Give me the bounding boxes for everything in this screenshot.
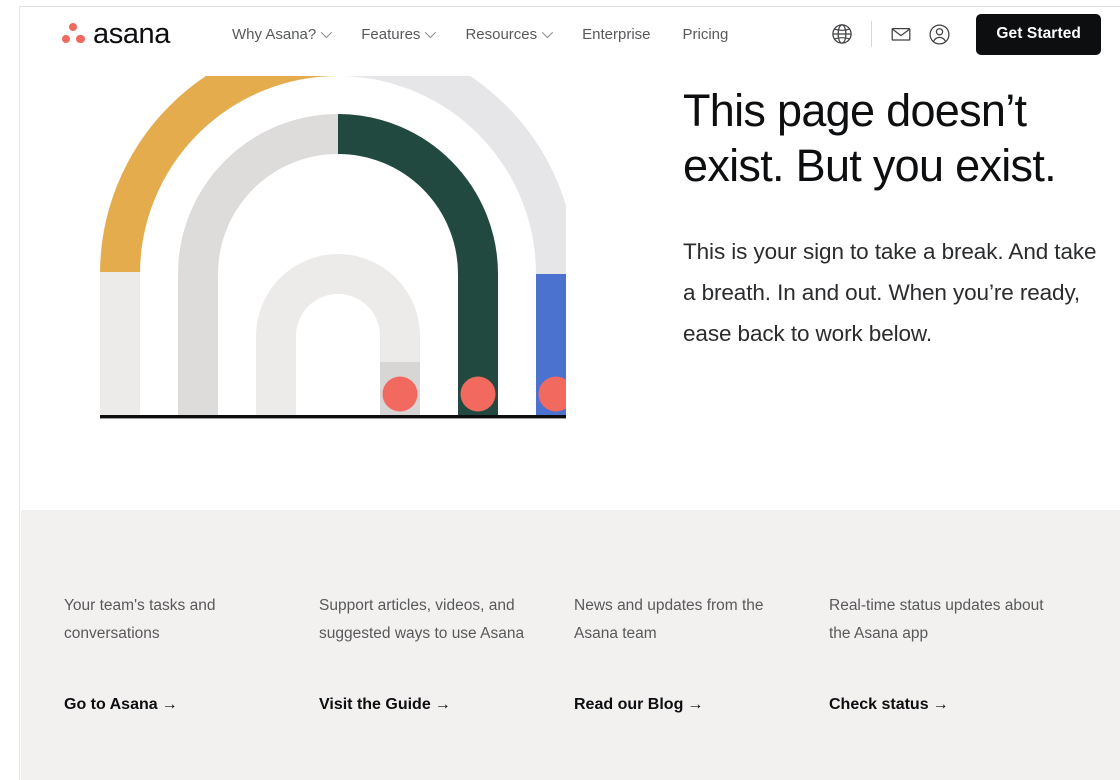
concentric-arches-illustration	[96, 76, 576, 446]
footer-column-description: News and updates from the Asana team	[574, 597, 764, 642]
footer-column-go-to-asana: Your team's tasks and conversations Go t…	[64, 592, 319, 714]
nav-item-why-asana[interactable]: Why Asana?	[216, 26, 345, 43]
nav-utility-group: Get Started	[823, 13, 1101, 55]
nav-item-label: Resources	[465, 25, 538, 43]
login-button[interactable]	[920, 15, 958, 53]
nav-item-label: Why Asana?	[232, 25, 317, 43]
footer-column-description: Support articles, videos, and suggested …	[319, 597, 525, 642]
arrow-right-icon: →	[687, 696, 704, 713]
hero-copy: This page doesn’t exist. But you exist. …	[683, 83, 1103, 355]
brand-wordmark: asana	[93, 17, 171, 50]
nav-item-label: Pricing	[682, 25, 729, 43]
dot-middle	[460, 376, 496, 412]
dot-inner	[382, 376, 418, 412]
nav-divider	[871, 21, 873, 47]
footer-columns: Your team's tasks and conversations Go t…	[64, 592, 1084, 714]
arrow-right-icon: →	[161, 696, 178, 713]
contact-sales-button[interactable]	[882, 15, 920, 53]
arrow-right-icon: →	[932, 696, 949, 713]
page-title: This page doesn’t exist. But you exist.	[683, 85, 1057, 192]
get-started-button[interactable]: Get Started	[976, 13, 1101, 55]
hero-section: This page doesn’t exist. But you exist. …	[21, 61, 1120, 510]
footer-column-status: Real-time status updates about the Asana…	[829, 592, 1084, 714]
person-icon	[929, 23, 950, 45]
nav-item-pricing[interactable]: Pricing	[667, 26, 745, 43]
nav-item-features[interactable]: Features	[345, 26, 449, 43]
nav-item-label: Features	[361, 25, 421, 43]
chevron-down-icon	[541, 26, 554, 39]
footer-column-blog: News and updates from the Asana team Rea…	[574, 592, 829, 714]
check-status-link[interactable]: Check status →	[829, 696, 1052, 714]
page-root: asana Why Asana? Features Resources Ente…	[0, 0, 1120, 780]
language-selector-button[interactable]	[823, 15, 861, 53]
footer-link-label: Read our Blog	[574, 696, 684, 713]
globe-icon	[832, 24, 853, 44]
nav-item-enterprise[interactable]: Enterprise	[566, 26, 666, 43]
nav-item-label: Enterprise	[582, 25, 651, 43]
chevron-down-icon	[425, 26, 437, 39]
arches-svg	[100, 76, 576, 419]
read-our-blog-link[interactable]: Read our Blog →	[574, 696, 797, 714]
hero-subcopy: This is your sign to take a break. And t…	[683, 238, 1097, 346]
nav-item-resources[interactable]: Resources	[449, 26, 566, 43]
nav-links: Why Asana? Features Resources Enterprise…	[216, 26, 744, 43]
footer-section: Your team's tasks and conversations Go t…	[21, 510, 1120, 780]
asana-logo-link[interactable]: asana	[61, 17, 171, 50]
footer-link-label: Check status	[829, 696, 929, 713]
footer-link-label: Visit the Guide	[319, 696, 431, 713]
arrow-right-icon: →	[434, 696, 451, 713]
go-to-asana-link[interactable]: Go to Asana →	[64, 696, 287, 714]
footer-link-label: Go to Asana	[64, 696, 158, 713]
footer-column-description: Real-time status updates about the Asana…	[829, 597, 1044, 642]
chevron-down-icon	[320, 26, 333, 39]
footer-column-description: Your team's tasks and conversations	[64, 597, 216, 642]
asana-dots-logo-icon	[61, 23, 85, 45]
footer-column-guide: Support articles, videos, and suggested …	[319, 592, 574, 714]
top-navigation-bar: asana Why Asana? Features Resources Ente…	[21, 7, 1120, 61]
mail-icon	[891, 27, 911, 41]
browser-frame-left	[0, 6, 20, 780]
visit-the-guide-link[interactable]: Visit the Guide →	[319, 696, 542, 714]
